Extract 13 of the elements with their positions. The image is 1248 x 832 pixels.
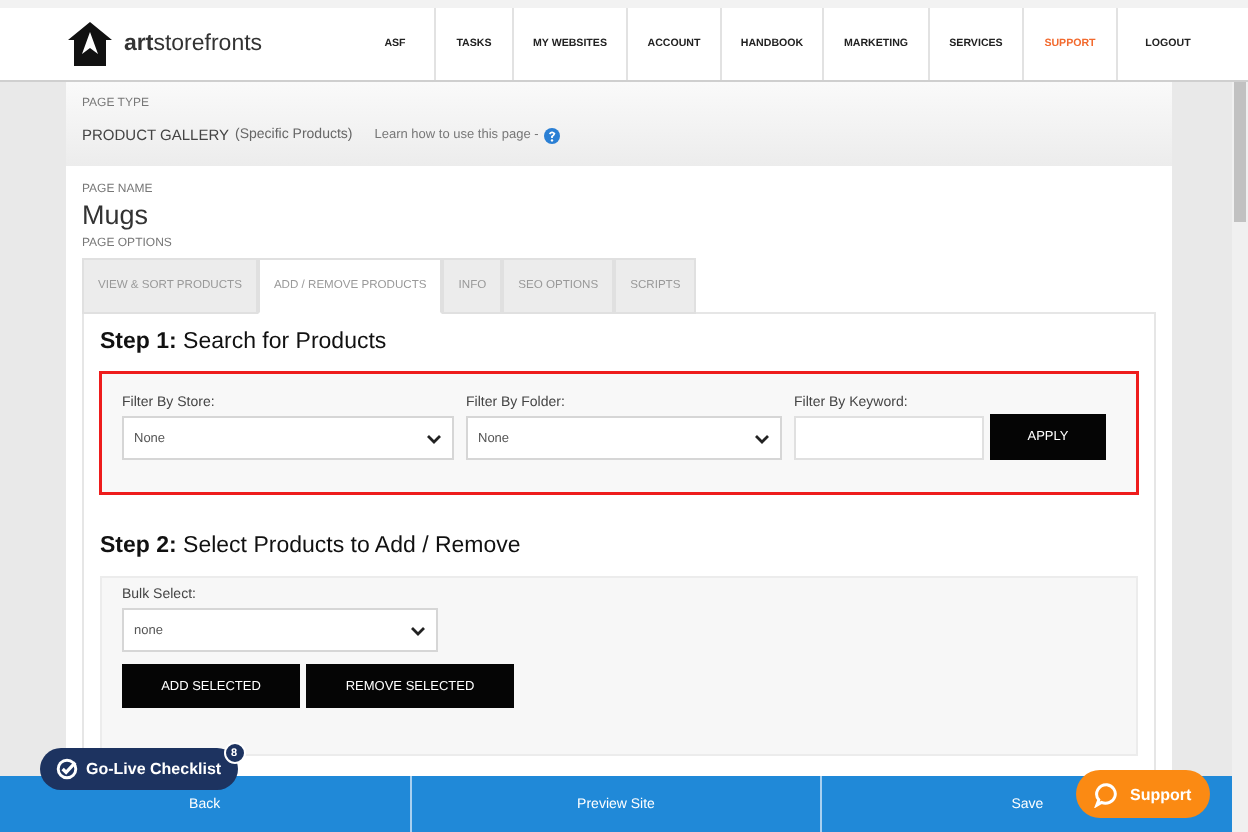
logo-text[interactable]: artstorefronts bbox=[124, 32, 263, 56]
step-heading: Step 2: Select Products to Add / Remove bbox=[100, 534, 523, 558]
chat-bubble-icon bbox=[1094, 781, 1120, 807]
chevron-down-icon bbox=[426, 433, 442, 443]
chevron-down-icon bbox=[754, 433, 770, 443]
check-circle-icon bbox=[56, 758, 78, 780]
chevron-down-icon bbox=[410, 625, 426, 635]
page-name: Mugs bbox=[82, 200, 151, 230]
step-heading: Step 1: Search for Products bbox=[100, 330, 389, 354]
keyword-field[interactable] bbox=[794, 416, 984, 460]
logo-icon bbox=[66, 20, 114, 68]
help-icon[interactable] bbox=[544, 127, 561, 143]
scrollbar[interactable] bbox=[1232, 82, 1248, 832]
